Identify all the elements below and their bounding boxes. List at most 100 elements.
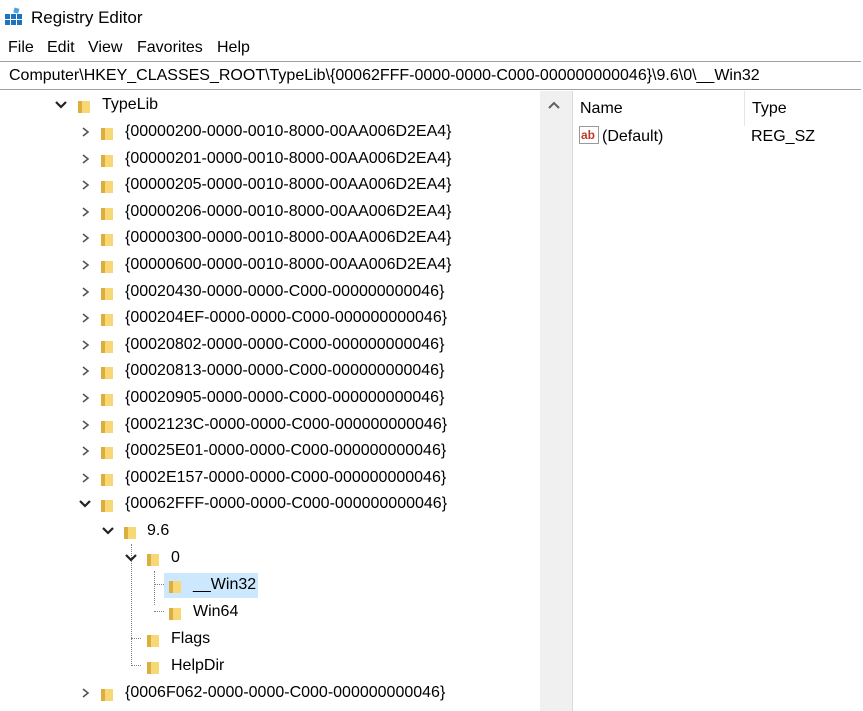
tree-item-label: {00000206-0000-0010-8000-00AA006D2EA4} [125,202,452,220]
chevron-right-icon[interactable] [78,364,92,378]
tree-scrollbar[interactable] [540,91,568,711]
menu-help[interactable]: Help [216,39,251,57]
tree-item-key[interactable]: {00025E01-0000-0000-C000-000000000046} [0,439,540,465]
value-name: (Default) [602,128,664,145]
tree-item-label: {00020813-0000-0000-C000-000000000046} [125,362,445,380]
folder-icon [147,662,159,675]
value-row[interactable]: ab (Default) REG_SZ [573,124,863,148]
folder-icon [101,394,113,406]
tree-item-label: {00062FFF-0000-0000-C000-000000000046} [125,495,448,513]
address-bar[interactable]: Computer\HKEY_CLASSES_ROOT\TypeLib\{0006… [0,61,861,90]
tree-item-win32[interactable]: __Win32 [0,573,540,599]
tree-item-label: {0002E157-0000-0000-C000-000000000046} [125,468,447,486]
chevron-right-icon[interactable] [78,471,92,485]
tree-item-key[interactable]: {00020802-0000-0000-C000-000000000046} [0,333,540,359]
folder-icon [101,287,113,300]
column-header-type-label: Type [752,100,787,117]
folder-icon [101,154,113,167]
tree-item-label: {00020905-0000-0000-C000-000000000046} [125,389,445,406]
chevron-down-icon[interactable] [78,497,92,511]
tree-item-key[interactable]: {000204EF-0000-0000-C000-000000000046} [0,306,540,332]
menu-bar: File Edit View Favorites Help [0,37,863,61]
tree-item-version[interactable]: 9.6 [0,519,540,545]
chevron-right-icon[interactable] [78,686,92,700]
tree-item-label: {00000201-0000-0010-8000-00AA006D2EA4} [125,149,452,167]
svg-text:ab: ab [581,128,595,142]
folder-icon [101,314,113,327]
folder-icon [101,367,113,380]
value-type: REG_SZ [751,128,816,145]
values-pane[interactable]: Name Type ab (Default) REG_SZ [573,91,863,711]
tree-item-label: {00000200-0000-0010-8000-00AA006D2EA4} [125,123,452,140]
column-header-name-label: Name [580,100,623,117]
tree-item-label: 0 [171,549,180,567]
folder-icon [101,420,113,433]
tree-item-key[interactable]: {0002E157-0000-0000-C000-000000000046} [0,466,540,492]
tree-pane[interactable]: TypeLib {00000200-0000-0010-8000-00AA006D… [0,91,540,711]
chevron-down-icon[interactable] [54,98,68,112]
tree-item-key[interactable]: {00000201-0000-0010-8000-00AA006D2EA4} [0,147,540,173]
tree-item-label: {00000300-0000-0010-8000-00AA006D2EA4} [125,229,452,247]
tree-item-label: {00025E01-0000-0000-C000-000000000046} [125,442,447,460]
chevron-right-icon[interactable] [78,125,92,139]
folder-icon [101,234,113,247]
tree-item-typelib[interactable]: TypeLib [0,93,540,119]
chevron-right-icon[interactable] [78,152,92,166]
chevron-right-icon[interactable] [78,338,92,352]
tree-item-label: TypeLib [102,96,159,113]
window-title: Registry Editor [31,8,143,27]
tree-item-key[interactable]: {00000205-0000-0010-8000-00AA006D2EA4} [0,173,540,199]
chevron-right-icon[interactable] [78,231,92,245]
column-header-name[interactable]: Name [573,91,745,126]
scroll-up-arrow-icon[interactable] [540,91,568,119]
column-header-type[interactable]: Type [745,91,863,126]
menu-file[interactable]: File [7,39,35,57]
menu-favorites[interactable]: Favorites [136,39,204,57]
tree-item-key[interactable]: {0006F062-0000-0000-C000-000000000046} [0,681,540,707]
registry-editor-icon [5,7,22,25]
tree-item-win64[interactable]: Win64 [0,600,540,626]
tree-item-key[interactable]: {0002123C-0000-0000-C000-000000000046} [0,413,540,439]
tree-item-lcid[interactable]: 0 [0,546,540,572]
tree-item-label: {00020430-0000-0000-C000-000000000046} [125,282,445,300]
chevron-right-icon[interactable] [78,258,92,272]
tree-item-key[interactable]: {00000300-0000-0010-8000-00AA006D2EA4} [0,226,540,252]
tree-item-key[interactable]: {00000206-0000-0010-8000-00AA006D2EA4} [0,200,540,226]
chevron-right-icon[interactable] [78,311,92,325]
tree-item-flags[interactable]: Flags [0,627,540,653]
tree-item-label: {000204EF-0000-0000-C000-000000000046} [125,309,448,327]
tree-item-label: __Win32 [193,576,257,594]
tree-item-key[interactable]: {00020813-0000-0000-C000-000000000046} [0,359,540,385]
folder-icon [101,261,113,273]
tree-item-label: Win64 [193,603,239,621]
tree-item-label: {0002123C-0000-0000-C000-000000000046} [125,415,448,433]
chevron-down-icon[interactable] [124,551,138,565]
chevron-right-icon[interactable] [78,178,92,192]
tree-item-key[interactable]: {00000200-0000-0010-8000-00AA006D2EA4} [0,120,540,146]
menu-edit[interactable]: Edit [46,39,76,57]
folder-icon [101,473,113,486]
chevron-right-icon[interactable] [78,205,92,219]
tree-item-label: {00000205-0000-0010-8000-00AA006D2EA4} [125,176,452,194]
chevron-right-icon[interactable] [78,444,92,458]
folder-icon [169,608,181,621]
tree-item-key[interactable]: {00000600-0000-0010-8000-00AA006D2EA4} [0,253,540,279]
folder-icon [101,181,113,194]
folder-icon [101,128,113,140]
tree-item-expanded-key[interactable]: {00062FFF-0000-0000-C000-000000000046} [0,492,540,518]
folder-icon [147,635,159,648]
tree-item-label: {00000600-0000-0010-8000-00AA006D2EA4} [125,256,452,273]
folder-icon [78,101,90,113]
tree-item-key[interactable]: {00020905-0000-0000-C000-000000000046} [0,386,540,412]
folder-icon [169,581,181,594]
tree-item-label: Flags [171,630,211,648]
chevron-right-icon[interactable] [78,285,92,299]
chevron-down-icon[interactable] [101,524,115,538]
tree-item-helpdir[interactable]: HelpDir [0,654,540,680]
chevron-right-icon[interactable] [78,418,92,432]
menu-view[interactable]: View [87,39,123,57]
tree-item-label: HelpDir [171,657,225,675]
chevron-right-icon[interactable] [78,391,92,405]
address-path[interactable]: Computer\HKEY_CLASSES_ROOT\TypeLib\{0006… [9,67,760,85]
tree-item-key[interactable]: {00020430-0000-0000-C000-000000000046} [0,280,540,306]
